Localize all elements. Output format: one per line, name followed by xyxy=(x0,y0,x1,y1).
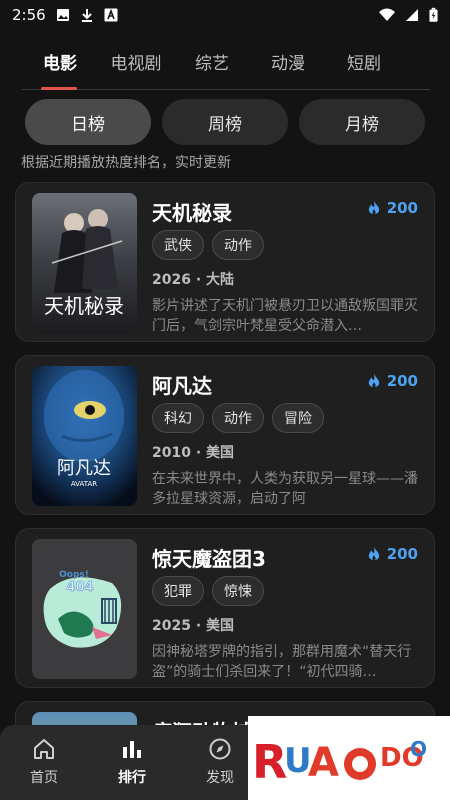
tab-movie[interactable]: 电影 xyxy=(22,40,98,90)
watermark-logo: R U A DO O xyxy=(248,716,450,800)
period-tabs: 日榜 周榜 月榜 xyxy=(25,99,425,145)
flame-icon xyxy=(368,547,379,561)
flame-icon xyxy=(368,201,379,215)
tab-short-drama[interactable]: 短剧 xyxy=(326,40,402,89)
genre-tag[interactable]: 惊悚 xyxy=(212,576,264,606)
nav-home-label: 首页 xyxy=(30,770,58,786)
status-time: 2:56 xyxy=(12,6,46,24)
battery-icon xyxy=(429,7,438,22)
a-icon xyxy=(104,8,118,22)
heat-score: 200 xyxy=(367,199,418,217)
genre-tag[interactable]: 冒险 xyxy=(272,403,324,433)
genre-tags: 科幻 动作 冒险 xyxy=(152,403,324,433)
wifi-icon xyxy=(379,8,395,21)
year-region: 2025 · 美国 xyxy=(152,618,235,634)
movie-title[interactable]: 惊天魔盗团3 xyxy=(152,543,266,572)
tab-daily[interactable]: 日榜 xyxy=(25,99,151,145)
heat-value: 200 xyxy=(386,199,418,217)
genre-tag[interactable]: 动作 xyxy=(212,403,264,433)
heat-score: 200 xyxy=(367,372,418,390)
download-icon xyxy=(81,9,92,22)
tab-monthly[interactable]: 月榜 xyxy=(299,99,425,145)
year-region: 2010 · 美国 xyxy=(152,445,235,461)
poster-title-text: 阿凡达 xyxy=(57,458,111,479)
heat-score: 200 xyxy=(367,545,418,563)
nav-discover-label: 发现 xyxy=(206,770,234,786)
svg-text:A: A xyxy=(308,740,339,786)
svg-text:O: O xyxy=(410,737,427,761)
movie-description: 因神秘塔罗牌的指引，那群用魔术“替天行盗”的骑士们杀回来了！“初代四骑… xyxy=(152,644,412,680)
category-tabs: 电影 电视剧 综艺 动漫 短剧 xyxy=(22,40,430,90)
tab-tv-series[interactable]: 电视剧 xyxy=(98,40,174,89)
image-icon xyxy=(56,9,69,21)
heat-value: 200 xyxy=(386,545,418,563)
nav-ranking-label: 排行 xyxy=(118,770,146,786)
movie-title[interactable]: 阿凡达 xyxy=(152,370,212,399)
movie-title[interactable]: 天机秘录 xyxy=(152,197,232,226)
poster-code-text: 404 xyxy=(66,580,93,595)
genre-tag[interactable]: 动作 xyxy=(212,230,264,260)
nav-home[interactable]: 首页 xyxy=(0,725,88,800)
poster-image[interactable]: 天机秘录 xyxy=(32,193,137,333)
tab-anime[interactable]: 动漫 xyxy=(250,40,326,89)
genre-tags: 犯罪 惊悚 xyxy=(152,576,264,606)
poster-subtitle-text: AVATAR xyxy=(71,480,97,488)
poster-title-text: Oops! xyxy=(59,570,89,580)
tab-variety[interactable]: 综艺 xyxy=(174,40,250,89)
heat-value: 200 xyxy=(386,372,418,390)
genre-tags: 武侠 动作 xyxy=(152,230,264,260)
poster-title-text: 天机秘录 xyxy=(44,294,124,318)
ranking-card[interactable]: Oops! 404 惊天魔盗团3 200 犯罪 惊悚 2025 · 美国 因神秘… xyxy=(15,528,435,688)
signal-icon xyxy=(406,9,418,21)
poster-image[interactable]: 阿凡达 AVATAR xyxy=(32,366,137,506)
ranking-card[interactable]: 阿凡达 AVATAR 阿凡达 200 科幻 动作 冒险 2010 · 美国 在未… xyxy=(15,355,435,515)
status-bar: 2:56 xyxy=(0,0,450,30)
nav-ranking[interactable]: 排行 xyxy=(88,725,176,800)
ranking-icon xyxy=(123,741,141,758)
ranking-subtitle: 根据近期播放热度排名，实时更新 xyxy=(21,155,231,171)
home-icon xyxy=(34,739,54,759)
genre-tag[interactable]: 科幻 xyxy=(152,403,204,433)
svg-text:R: R xyxy=(252,735,287,789)
movie-description: 在未来世界中，人类为获取另一星球——潘多拉星球资源，启动了阿 xyxy=(152,471,418,507)
genre-tag[interactable]: 武侠 xyxy=(152,230,204,260)
flame-icon xyxy=(368,374,379,388)
genre-tag[interactable]: 犯罪 xyxy=(152,576,204,606)
compass-icon xyxy=(209,738,231,760)
poster-image[interactable]: Oops! 404 xyxy=(32,539,137,679)
ranking-card[interactable]: 天机秘录 天机秘录 200 武侠 动作 2026 · 大陆 影片讲述了天机门被悬… xyxy=(15,182,435,342)
movie-description: 影片讲述了天机门被悬刃卫以通敌叛国罪灭门后，气剑宗叶梵星受父命潜入… xyxy=(152,298,418,334)
year-region: 2026 · 大陆 xyxy=(152,272,235,288)
tab-weekly[interactable]: 周榜 xyxy=(162,99,288,145)
